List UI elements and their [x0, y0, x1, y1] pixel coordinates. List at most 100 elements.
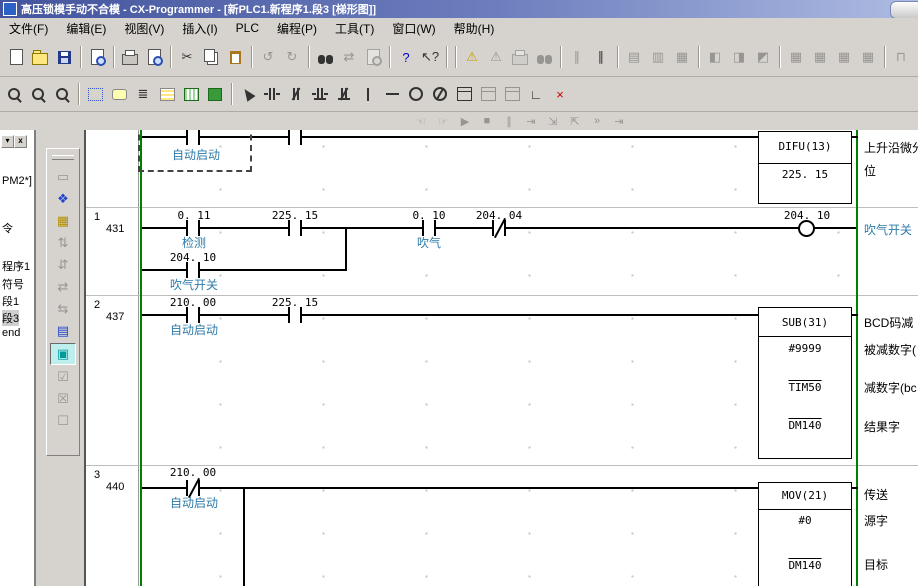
- program-blocks-icon[interactable]: ▤: [51, 321, 75, 341]
- sim-step-in-icon: ⇲: [543, 114, 563, 129]
- mov-instruction-box[interactable]: MOV(21) #0 DM140: [758, 482, 852, 586]
- toolbar-separator: [308, 46, 309, 68]
- contact-no-tool-icon[interactable]: [261, 83, 283, 105]
- symbol-comment: 吹气开关: [160, 276, 228, 293]
- menu-window[interactable]: 窗口(W): [383, 18, 444, 39]
- zoom-in-icon: [56, 88, 68, 100]
- instruction-comment: 结果字: [864, 418, 900, 435]
- find-icon[interactable]: [314, 46, 336, 68]
- symbol-comment: 自动启动: [162, 494, 226, 511]
- toolbar-drag-handle[interactable]: [52, 155, 74, 160]
- delete-tool-icon[interactable]: ×: [549, 83, 571, 105]
- help-icon[interactable]: ?: [395, 46, 417, 68]
- cut-icon[interactable]: ✂: [176, 46, 198, 68]
- contact-auto-start[interactable]: [186, 130, 200, 145]
- workspace-close-button[interactable]: x: [14, 135, 27, 148]
- menu-plc[interactable]: PLC: [227, 19, 268, 37]
- sim-run-icon: ▶: [455, 114, 475, 129]
- horizontal-line-tool-icon: [386, 93, 399, 95]
- zoom-in-icon[interactable]: [51, 83, 73, 105]
- watch-window-icon[interactable]: [180, 83, 202, 105]
- pause-icon[interactable]: ∥: [590, 46, 612, 68]
- tree-item-end[interactable]: end: [2, 327, 20, 339]
- ladder-editor[interactable]: 自动启动 DIFU(13) 225. 15 上升沿微分 位 1 431 0. 1…: [84, 130, 918, 586]
- grid-toggle-icon[interactable]: [84, 83, 106, 105]
- grid-settings-icon[interactable]: ▦: [51, 211, 75, 231]
- vertical-toolbar-strip: ▭❖▦⇅⇵⇄⇆▤▣☑☒☐: [36, 130, 84, 586]
- context-help-icon[interactable]: ↖?: [419, 46, 441, 68]
- sim-continuous-step-icon: »: [587, 114, 607, 129]
- menu-view[interactable]: 视图(V): [115, 18, 173, 39]
- program-transfer-icon: ▥: [647, 46, 669, 68]
- new-file-icon[interactable]: [5, 46, 27, 68]
- search-window-icon: [362, 46, 384, 68]
- left-bus-bar: [140, 130, 142, 586]
- rung-step: 440: [106, 481, 124, 493]
- contact-nc-tool-icon[interactable]: [285, 83, 307, 105]
- contact-or-no-tool-icon[interactable]: [309, 83, 331, 105]
- compile-icon[interactable]: ⚠: [461, 46, 483, 68]
- output-coil-204-10[interactable]: [798, 220, 815, 237]
- zoom-out-icon[interactable]: [3, 83, 25, 105]
- symbol-table-icon[interactable]: [204, 83, 226, 105]
- coil-nc-tool-icon[interactable]: [429, 83, 451, 105]
- contact-225-15[interactable]: [288, 220, 302, 236]
- tree-item-commands[interactable]: 令: [2, 220, 13, 236]
- online-edit-icon: ☑: [51, 367, 75, 387]
- menu-file[interactable]: 文件(F): [0, 18, 57, 39]
- transfer-to-plc-icon: ⇅: [51, 233, 75, 253]
- horizontal-line-tool-icon[interactable]: [381, 83, 403, 105]
- select-tool-icon[interactable]: [237, 83, 259, 105]
- save-icon[interactable]: [53, 46, 75, 68]
- print-preview-icon[interactable]: [143, 46, 165, 68]
- compare-with-plc-icon: ⇄: [51, 277, 75, 297]
- menu-tools[interactable]: 工具(T): [326, 18, 383, 39]
- io-table-window-icon: ▦: [785, 46, 807, 68]
- coil-no-tool-icon[interactable]: [405, 83, 427, 105]
- vertical-line-tool-icon[interactable]: [357, 83, 379, 105]
- tree-item-section3[interactable]: 段3: [2, 310, 19, 326]
- menu-program[interactable]: 编程(P): [268, 18, 326, 39]
- monitor-icon[interactable]: ▣: [50, 343, 76, 365]
- compile-program-icon[interactable]: ❖: [51, 189, 75, 209]
- tree-item-device[interactable]: PM2*] 离: [2, 172, 36, 188]
- difu-instruction-box[interactable]: DIFU(13) 225. 15: [758, 131, 852, 204]
- toolbar-separator: [560, 46, 561, 68]
- toolbar-separator: [251, 46, 252, 68]
- tree-item-program1[interactable]: 程序1: [2, 258, 30, 274]
- menu-edit[interactable]: 编辑(E): [57, 18, 115, 39]
- open-file-icon[interactable]: [29, 46, 51, 68]
- contact-nc-204-04[interactable]: [492, 220, 506, 236]
- tree-item-symbols[interactable]: 符号: [2, 276, 24, 292]
- zoom-fit-icon[interactable]: [27, 83, 49, 105]
- invert-tool-icon: [505, 87, 520, 101]
- tree-item-section1[interactable]: 段1: [2, 293, 19, 309]
- print-icon[interactable]: [119, 46, 141, 68]
- line-connect-tool-icon[interactable]: ∟: [525, 83, 547, 105]
- sub-instruction-box[interactable]: SUB(31) #9999 TIM50 DM140: [758, 307, 852, 459]
- ladder-toolbar: ≣ ∟×: [0, 77, 918, 112]
- menu-insert[interactable]: 插入(I): [173, 18, 226, 39]
- rung-step: 431: [106, 223, 124, 235]
- comment-balloon-icon[interactable]: [108, 83, 130, 105]
- instruction-operand: #9999: [759, 342, 851, 355]
- instruction-tool-icon[interactable]: [453, 83, 475, 105]
- contact-or-nc-tool-icon[interactable]: [333, 83, 355, 105]
- workspace-restore-button[interactable]: ▾: [1, 135, 14, 148]
- window-button-partial[interactable]: [890, 1, 918, 19]
- page-setup-icon[interactable]: [86, 46, 108, 68]
- menu-help[interactable]: 帮助(H): [445, 18, 504, 39]
- branch-wire: [243, 487, 245, 586]
- instruction-divider: [759, 336, 851, 337]
- contact[interactable]: [288, 130, 302, 145]
- send-online-edit-icon: ☐: [51, 411, 75, 431]
- rung-comment-list-icon[interactable]: ≣: [132, 83, 154, 105]
- copy-icon[interactable]: [200, 46, 222, 68]
- paste-icon[interactable]: [224, 46, 246, 68]
- time-chart-icon[interactable]: Ш: [914, 46, 918, 68]
- contact-225-15[interactable]: [288, 307, 302, 323]
- watch-window-icon: [184, 88, 199, 101]
- monitor-mode-icon: ◧: [704, 46, 726, 68]
- monitor-list-icon[interactable]: [156, 83, 178, 105]
- toolbar-separator: [113, 46, 114, 68]
